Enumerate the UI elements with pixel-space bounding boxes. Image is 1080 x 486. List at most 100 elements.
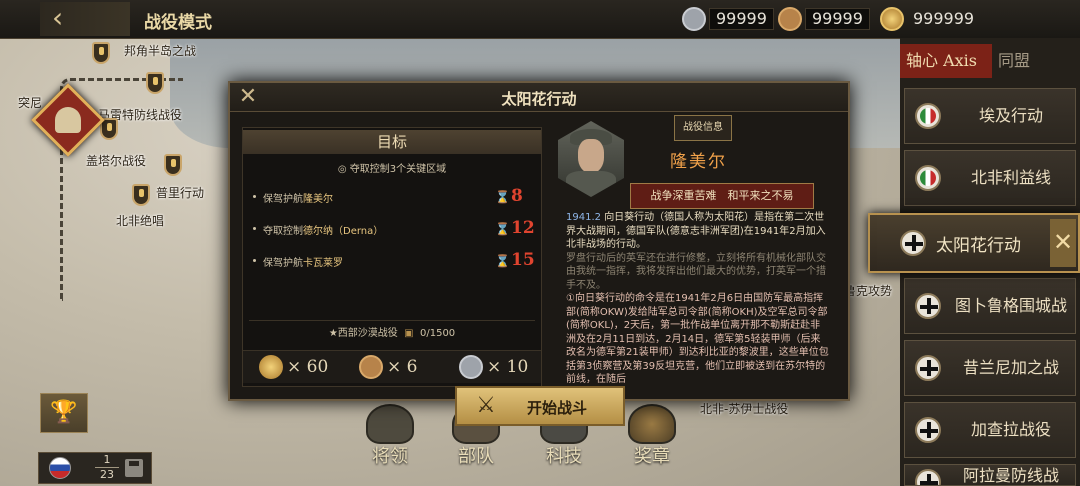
hourglass-icon: ⌛ xyxy=(495,190,510,204)
rewards-bar: × 60 × 6 × 10 xyxy=(243,350,541,383)
germany-cross-icon xyxy=(915,293,941,319)
description-year: 1941.2 xyxy=(566,212,601,223)
start-battle-button[interactable]: ⚔ 开始战斗 xyxy=(455,386,625,426)
resource-value: 999999 xyxy=(913,9,975,28)
bronze-medal-icon xyxy=(359,355,383,379)
tab-axis[interactable]: 轴心 Axis xyxy=(900,44,992,78)
nav-general-button[interactable]: 将领 xyxy=(362,404,418,467)
dialog-title: 太阳花行动 xyxy=(501,90,577,108)
resource-bronze: 99999 xyxy=(778,6,870,32)
crossed-swords-icon: ⚔ xyxy=(476,393,496,418)
campaign-detail-dialog: ✕ 太阳花行动 目标 ◎ 夺取控制3个关键区域 保驾护航隆美尔 ⌛ 8 夺取控制… xyxy=(228,81,850,401)
map-label: 盖塔尔战役 xyxy=(86,154,147,168)
dialog-header: ✕ 太阳花行动 xyxy=(230,83,848,112)
save-slot-bar: 1 23 xyxy=(38,452,152,484)
campaign-description[interactable]: 1941.2 向日葵行动（德国人称为太阳花）是指在第二次世界大战期间，德国军队(… xyxy=(566,211,830,397)
target-icon: ◎ xyxy=(337,164,350,175)
objective-place: 卡瓦莱罗 xyxy=(303,258,343,269)
resource-gold: 999999 xyxy=(880,6,980,32)
crate-icon: ▣ xyxy=(400,328,417,339)
map-battle-pin[interactable] xyxy=(92,42,110,64)
gold-star-medal-icon xyxy=(880,7,904,31)
silver-medal-icon xyxy=(682,7,706,31)
faction-tabs: 轴心 Axis 同盟 Allies xyxy=(900,44,1080,104)
crossed-swords-icon[interactable]: ✕ xyxy=(1050,219,1076,267)
silver-medal-icon xyxy=(459,355,483,379)
map-battle-pin[interactable] xyxy=(146,72,164,94)
germany-cross-icon xyxy=(915,355,941,381)
description-quote: 罗盘行动后的英军还在进行修整，立刻将所有机械化部队交由我统一指挥，我将发挥出他们… xyxy=(566,252,826,291)
general-portrait[interactable] xyxy=(558,121,624,197)
reward-item: × 60 xyxy=(259,354,328,380)
objective-turns: 12 xyxy=(511,218,535,238)
objectives-panel: 目标 ◎ 夺取控制3个关键区域 保驾护航隆美尔 ⌛ 8 夺取控制德尔纳（Dern… xyxy=(242,127,542,387)
page-title: 战役模式 xyxy=(144,13,212,33)
nav-label: 将领 xyxy=(372,446,408,467)
germany-cross-icon xyxy=(900,230,926,256)
campaign-item[interactable]: 加查拉战役 xyxy=(904,402,1076,458)
campaign-label: 太阳花行动 xyxy=(936,235,1021,256)
reward-count: × 60 xyxy=(287,357,329,377)
germany-cross-icon xyxy=(915,469,941,485)
bullet-icon xyxy=(253,195,256,198)
reward-item: × 6 xyxy=(359,354,417,380)
trophy-button[interactable]: 🏆 xyxy=(40,393,88,433)
map-label: 北非绝唱 xyxy=(116,214,165,228)
objective-text: 夺取控制 xyxy=(263,226,303,237)
nav-label: 科技 xyxy=(546,446,582,467)
map-label: 突尼 xyxy=(18,96,43,110)
save-icon[interactable] xyxy=(125,459,143,477)
campaign-item[interactable]: 昔兰尼加之战 xyxy=(904,340,1076,396)
campaign-label: 北非利益线 xyxy=(970,168,1051,187)
hourglass-icon: ⌛ xyxy=(495,222,510,236)
divider xyxy=(249,320,535,321)
map-battle-pin[interactable] xyxy=(132,184,150,206)
resource-value: 99999 xyxy=(805,8,870,30)
objective-text: 保驾护航 xyxy=(263,194,303,205)
campaign-item-selected[interactable]: 太阳花行动 ✕ xyxy=(868,213,1080,273)
map-label: 北非-苏伊士战役 xyxy=(700,402,789,416)
italy-flag-icon xyxy=(915,165,941,191)
resource-value: 99999 xyxy=(709,8,774,30)
objective-text: 保驾护航 xyxy=(263,258,303,269)
russia-flag-icon[interactable] xyxy=(49,457,71,479)
nav-label: 奖章 xyxy=(634,446,670,467)
theatre-name: ★西部沙漠战役 xyxy=(328,328,398,339)
reward-count: × 6 xyxy=(387,357,418,377)
campaign-label: 昔兰尼加之战 xyxy=(962,358,1059,377)
campaign-item[interactable]: 图卜鲁格围城战 xyxy=(904,278,1076,334)
general-motto: 战争深重苦难 和平来之不易 xyxy=(630,183,814,209)
tab-allies[interactable]: 同盟 Allies xyxy=(992,44,1080,104)
objective-turns: 15 xyxy=(511,250,535,270)
trophy-icon: 🏆 xyxy=(50,400,78,425)
map-battle-pin[interactable] xyxy=(164,154,182,176)
objective-row: 夺取控制德尔纳（Derna） ⌛ 12 xyxy=(249,218,537,240)
campaign-item[interactable]: 埃及行动 xyxy=(904,88,1076,144)
objective-turns: 8 xyxy=(511,186,523,206)
campaign-info-tag[interactable]: 战役信息 xyxy=(674,115,732,141)
objectives-header: 目标 xyxy=(243,130,541,154)
page-total: 23 xyxy=(95,467,119,482)
description-history: ①向日葵行动的命令是在1941年2月6日由国防军最高指挥部(简称OKW)发给陆军… xyxy=(566,293,829,385)
objective-place: 隆美尔 xyxy=(303,194,333,205)
campaign-item[interactable]: 阿拉曼防线战 xyxy=(904,464,1076,486)
objective-row: 保驾护航隆美尔 ⌛ 8 xyxy=(249,186,537,208)
medal-icon xyxy=(628,404,676,444)
bullet-icon xyxy=(253,227,256,230)
campaign-item[interactable]: 北非利益线 xyxy=(904,150,1076,206)
general-cap-icon xyxy=(366,404,414,444)
back-button[interactable]: ‹ xyxy=(40,2,130,36)
general-cap-icon xyxy=(55,107,81,133)
objective-row: 保驾护航卡瓦莱罗 ⌛ 15 xyxy=(249,250,537,272)
map-label: 邦角半岛之战 xyxy=(124,44,197,58)
theatre-progress-value: 0/1500 xyxy=(419,328,456,339)
chevron-left-icon: ‹ xyxy=(52,1,64,34)
bullet-icon xyxy=(253,259,256,262)
resource-silver: 99999 xyxy=(682,6,774,32)
page-current: 1 xyxy=(103,453,111,466)
reward-item: × 10 xyxy=(459,354,528,380)
objectives-summary: ◎ 夺取控制3个关键区域 xyxy=(337,164,447,175)
bronze-medal-icon xyxy=(778,7,802,31)
description-intro: 1941.2 向日葵行动（德国人称为太阳花）是指在第二次世界大战期间，德国军队(… xyxy=(566,212,826,250)
nav-medals-button[interactable]: 奖章 xyxy=(624,404,680,467)
